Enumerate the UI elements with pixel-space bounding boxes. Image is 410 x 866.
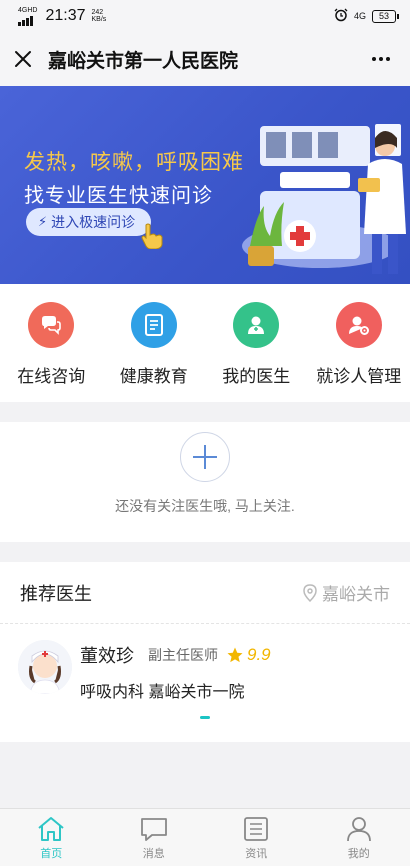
speed-unit: KB/s xyxy=(91,16,107,23)
doctor-name-row: 董效珍 副主任医师 9.9 xyxy=(80,640,271,670)
doctor-name: 董效珍 xyxy=(80,646,134,666)
location-pin-icon xyxy=(303,583,317,602)
pointing-hand-icon xyxy=(141,223,163,249)
clock: 21:37 xyxy=(45,7,86,24)
page-title: 嘉峪关市第一人民医院 xyxy=(48,50,239,72)
plus-icon xyxy=(193,445,217,469)
banner-headline: 发热，咳嗽，呼吸困难 xyxy=(24,151,244,174)
status-right: 4G 53 xyxy=(334,8,400,24)
quick-item-patient-management[interactable]: 就诊人管理 xyxy=(308,284,410,402)
alarm-icon xyxy=(334,8,348,24)
add-follow-button[interactable] xyxy=(180,432,230,482)
quick-label: 在线咨询 xyxy=(17,367,86,386)
quick-label: 我的医生 xyxy=(222,367,291,386)
star-icon xyxy=(227,647,243,663)
home-icon xyxy=(38,817,64,841)
book-icon xyxy=(130,302,177,348)
doctor-rating: 9.9 xyxy=(226,645,271,665)
news-icon xyxy=(244,817,269,841)
status-left: 4GHD 21:37 242 KB/s xyxy=(18,7,112,26)
network-type-small: 4GHD xyxy=(18,6,38,14)
recommend-header: 推荐医生 嘉峪关市 xyxy=(0,562,410,624)
banner-subheadline: 找专业医生快速问诊 xyxy=(24,185,213,207)
recommended-doctors-section: 推荐医生 嘉峪关市 董效珍 副主任医师 9.9 呼吸内科 嘉峪关市一院 xyxy=(0,562,410,742)
chat-icon xyxy=(28,302,75,348)
tab-label: 消息 xyxy=(142,848,165,860)
city-selector[interactable]: 嘉峪关市 xyxy=(303,580,390,605)
empty-follow-text: 还没有关注医生哦, 马上关注. xyxy=(115,498,295,514)
followed-doctors-section: 还没有关注医生哦, 马上关注. xyxy=(0,422,410,542)
status-bar: 4GHD 21:37 242 KB/s 4G 53 xyxy=(0,0,410,32)
tab-label: 资讯 xyxy=(245,848,268,860)
tab-label: 首页 xyxy=(40,848,63,860)
tab-news[interactable]: 资讯 xyxy=(205,809,308,866)
doctor-info: 董效珍 副主任医师 9.9 呼吸内科 嘉峪关市一院 xyxy=(80,640,271,726)
quick-consult-button[interactable]: ⚡ 进入极速问诊 xyxy=(26,208,152,236)
patient-settings-icon xyxy=(335,302,382,348)
quick-label: 就诊人管理 xyxy=(316,367,402,386)
rating-value: 9.9 xyxy=(247,645,271,664)
quick-item-online-consult[interactable]: 在线咨询 xyxy=(0,284,103,402)
message-icon xyxy=(140,818,167,841)
close-icon[interactable] xyxy=(12,48,34,70)
quick-label: 健康教育 xyxy=(119,367,188,386)
more-icon[interactable] xyxy=(366,57,396,61)
doctor-card[interactable]: 董效珍 副主任医师 9.9 呼吸内科 嘉峪关市一院 xyxy=(0,624,410,742)
doctor-department: 呼吸内科 xyxy=(80,684,145,701)
battery-icon: 53 xyxy=(371,9,400,23)
doctor-icon xyxy=(233,302,280,348)
quick-actions: 在线咨询 健康教育 我的医生 就诊人管理 xyxy=(0,284,410,402)
promo-banner[interactable]: 发热，咳嗽，呼吸困难 找专业医生快速问诊 ⚡ 进入极速问诊 xyxy=(0,86,410,284)
avatar xyxy=(18,640,72,694)
tab-messages[interactable]: 消息 xyxy=(103,809,206,866)
carousel-indicator xyxy=(200,716,210,719)
bottom-tab-bar: 首页 消息 资讯 我的 xyxy=(0,808,410,866)
signal-icon xyxy=(18,14,37,26)
doctor-hospital: 嘉峪关市一院 xyxy=(148,684,245,701)
speed-value: 242 xyxy=(91,9,104,16)
doctor-affiliation: 呼吸内科 嘉峪关市一院 xyxy=(80,678,271,702)
tab-profile[interactable]: 我的 xyxy=(308,809,410,866)
recommend-title: 推荐医生 xyxy=(20,583,92,604)
doctor-title: 副主任医师 xyxy=(148,647,218,663)
nav-bar: 嘉峪关市第一人民医院 xyxy=(0,32,410,86)
tab-home[interactable]: 首页 xyxy=(0,809,103,866)
quick-consult-label: 进入极速问诊 xyxy=(51,214,136,230)
tab-label: 我的 xyxy=(347,848,370,860)
network-speed: 242 KB/s xyxy=(92,9,112,23)
lightning-icon: ⚡ xyxy=(38,214,48,229)
doctor-illustration xyxy=(242,124,406,274)
city-label: 嘉峪关市 xyxy=(322,585,390,604)
quick-item-my-doctor[interactable]: 我的医生 xyxy=(205,284,308,402)
net-type-label: 4G xyxy=(353,11,366,21)
quick-item-health-education[interactable]: 健康教育 xyxy=(103,284,206,402)
profile-icon xyxy=(346,817,371,842)
network-indicator: 4GHD xyxy=(18,7,37,26)
